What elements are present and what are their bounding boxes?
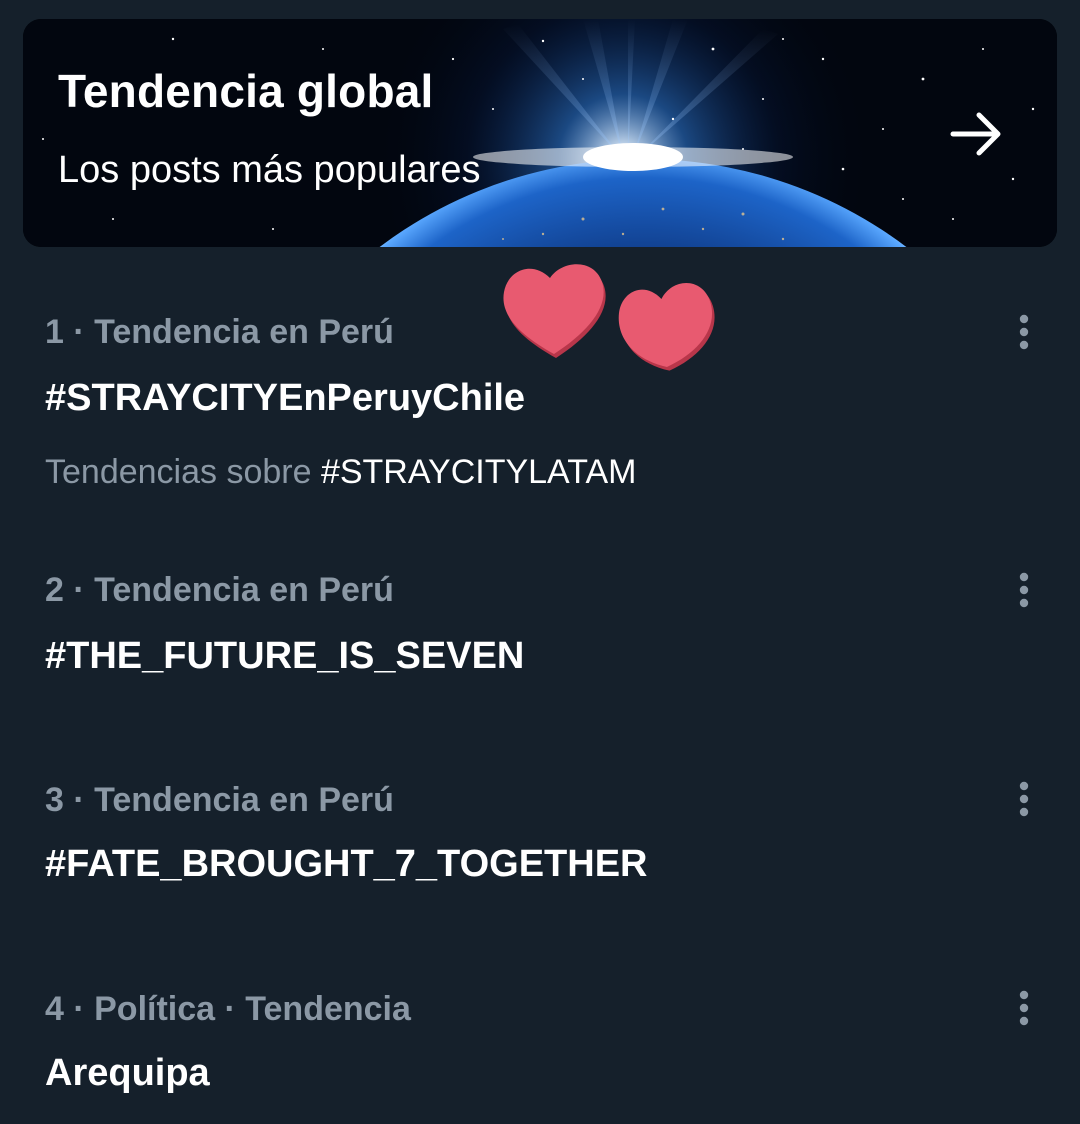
trend-item-4[interactable]: 4 · Política · Tendencia Arequipa: [0, 977, 1080, 1124]
explore-trending-page: Tendencia global Los posts más populares…: [0, 0, 1080, 1124]
trend-name: #STRAYCITYEnPeruyChile: [45, 377, 526, 419]
arrow-right-icon[interactable]: [945, 103, 1007, 165]
trend-meta: 3 · Tendencia en Perú: [45, 781, 394, 819]
trend-related-tag[interactable]: #STRAYCITYLATAM: [321, 453, 637, 491]
more-vertical-icon: [1019, 781, 1029, 817]
trend-name: Arequipa: [45, 1052, 210, 1094]
more-vertical-icon: [1019, 314, 1029, 350]
more-options-button[interactable]: [1004, 310, 1044, 354]
more-options-button[interactable]: [1004, 568, 1044, 612]
more-vertical-icon: [1019, 990, 1029, 1026]
trend-name: #FATE_BROUGHT_7_TOGETHER: [45, 843, 648, 885]
banner-subtitle: Los posts más populares: [58, 149, 481, 191]
more-options-button[interactable]: [1004, 986, 1044, 1030]
more-vertical-icon: [1019, 572, 1029, 608]
earth-space-background: [23, 19, 1057, 247]
trend-meta: 4 · Política · Tendencia: [45, 990, 411, 1028]
trend-item-1[interactable]: 1 · Tendencia en Perú #STRAYCITYEnPeruyC…: [0, 300, 1080, 520]
trend-meta: 2 · Tendencia en Perú: [45, 571, 394, 609]
banner-title: Tendencia global: [58, 65, 434, 117]
trend-name: #THE_FUTURE_IS_SEVEN: [45, 635, 525, 677]
trend-related-prefix: Tendencias sobre: [45, 453, 321, 491]
trend-related: Tendencias sobre #STRAYCITYLATAM: [45, 452, 636, 492]
trend-item-2[interactable]: 2 · Tendencia en Perú #THE_FUTURE_IS_SEV…: [0, 560, 1080, 740]
trend-meta: 1 · Tendencia en Perú: [45, 313, 394, 351]
trend-item-3[interactable]: 3 · Tendencia en Perú #FATE_BROUGHT_7_TO…: [0, 768, 1080, 948]
more-options-button[interactable]: [1004, 777, 1044, 821]
global-trends-banner[interactable]: Tendencia global Los posts más populares: [23, 19, 1057, 247]
